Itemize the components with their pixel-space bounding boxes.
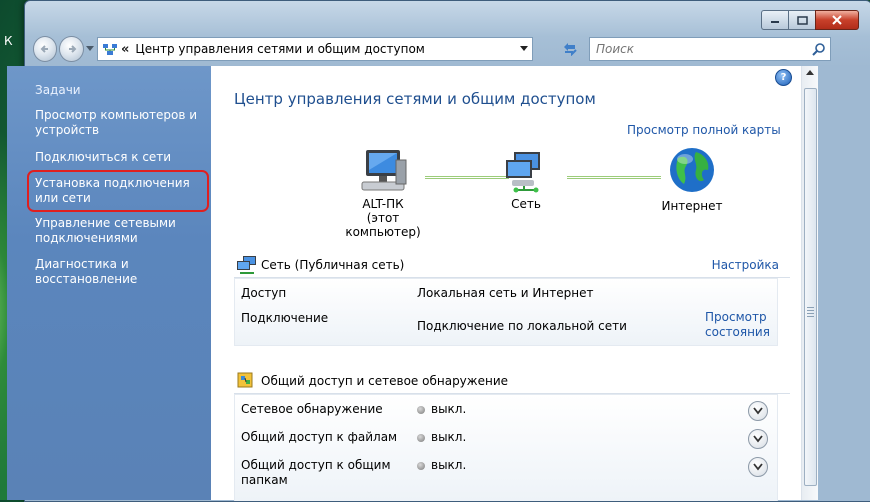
- search-box[interactable]: [589, 37, 831, 61]
- search-icon: [812, 43, 825, 56]
- sharing-section-title: Общий доступ и сетевое обнаружение: [261, 374, 509, 388]
- recent-pages-dropdown[interactable]: [86, 46, 95, 52]
- expand-file-sharing-button[interactable]: [748, 429, 768, 449]
- computer-subtitle: (этот компьютер): [345, 211, 421, 239]
- network-section-header: Сеть (Публичная сеть) Настройка: [234, 255, 789, 277]
- map-link-line: [425, 176, 509, 179]
- map-node-internet[interactable]: Интернет: [657, 146, 727, 213]
- access-value: Локальная сеть и Интернет: [417, 286, 594, 300]
- network-label: Сеть: [511, 197, 541, 211]
- sharing-icon: [237, 372, 253, 388]
- view-full-map-link[interactable]: Просмотр полной карты: [627, 123, 781, 137]
- address-breadcrumb-chevron[interactable]: «: [121, 42, 129, 57]
- sidebar-item-view-computers[interactable]: Просмотр компьютеров и устройств: [35, 108, 205, 138]
- map-link-line: [567, 176, 661, 179]
- minimize-button[interactable]: [761, 10, 788, 30]
- address-bar[interactable]: « Центр управления сетями и общим доступ…: [97, 37, 533, 61]
- navigation-bar: « Центр управления сетями и общим доступ…: [33, 35, 863, 63]
- address-dropdown-button[interactable]: [516, 39, 532, 59]
- search-input[interactable]: [590, 41, 808, 57]
- caption-buttons: [761, 10, 859, 30]
- back-button[interactable]: [33, 36, 58, 62]
- network-center-icon: [103, 44, 117, 55]
- status-text: выкл.: [431, 430, 467, 444]
- close-button[interactable]: [815, 10, 859, 30]
- status-text: выкл.: [431, 402, 467, 416]
- back-arrow-icon: [40, 45, 49, 53]
- computer-name: ALT-ПК: [362, 197, 404, 211]
- close-icon: [832, 15, 842, 25]
- refresh-icon: [564, 43, 577, 56]
- connection-value: Подключение по локальной сети: [417, 319, 627, 333]
- page-title: Центр управления сетями и общим доступом: [234, 90, 596, 108]
- network-details: Доступ Локальная сеть и Интернет Подключ…: [234, 278, 778, 346]
- chevron-down-icon: [753, 435, 763, 443]
- nav-buttons: [33, 35, 95, 63]
- forward-button[interactable]: [59, 36, 84, 62]
- maximize-button[interactable]: [788, 10, 815, 30]
- chevron-up-icon: [806, 70, 814, 75]
- view-status-link[interactable]: Просмотр состояния: [705, 310, 773, 340]
- chevron-down-icon: [753, 407, 763, 415]
- sidebar-item-connect-to-network[interactable]: Подключиться к сети: [35, 150, 205, 165]
- help-button[interactable]: ?: [775, 69, 792, 86]
- access-label: Доступ: [241, 286, 287, 300]
- minimize-icon: [771, 21, 779, 23]
- chevron-down-icon: [86, 46, 95, 51]
- sharing-section-header: Общий доступ и сетевое обнаружение: [234, 371, 789, 393]
- expand-public-folder-sharing-button[interactable]: [748, 457, 768, 477]
- chevron-down-icon: [753, 463, 763, 471]
- chevron-down-icon: [520, 46, 528, 51]
- network-discovery-status: выкл.: [417, 402, 466, 416]
- refresh-button[interactable]: [559, 37, 581, 59]
- public-folder-sharing-label: Общий доступ к общим папкам: [241, 458, 391, 487]
- scroll-up-button[interactable]: [802, 70, 818, 84]
- public-folder-sharing-status: выкл.: [417, 458, 466, 472]
- connection-label: Подключение: [241, 311, 329, 325]
- customize-link[interactable]: Настройка: [712, 258, 779, 272]
- internet-label: Интернет: [661, 199, 723, 213]
- status-off-icon: [417, 434, 425, 442]
- task-pane: Задачи Просмотр компьютеров и устройств …: [7, 66, 211, 500]
- status-off-icon: [417, 462, 425, 470]
- computer-icon: [361, 150, 407, 191]
- desktop-edge-text: К: [4, 34, 13, 48]
- network-section-title: Сеть (Публичная сеть): [261, 258, 405, 272]
- network-icon: [506, 152, 540, 193]
- network-discovery-label: Сетевое обнаружение: [241, 402, 383, 416]
- map-node-computer[interactable]: ALT-ПК (этот компьютер): [333, 146, 433, 239]
- file-sharing-label: Общий доступ к файлам: [241, 430, 398, 444]
- map-node-network[interactable]: Сеть: [501, 146, 551, 211]
- vertical-scrollbar[interactable]: [801, 66, 818, 500]
- file-sharing-status: выкл.: [417, 430, 466, 444]
- network-icon: [237, 256, 256, 274]
- status-text: выкл.: [431, 458, 467, 472]
- sidebar-item-manage-connections[interactable]: Управление сетевыми подключениями: [35, 216, 205, 246]
- expand-network-discovery-button[interactable]: [748, 401, 768, 421]
- search-button[interactable]: [808, 42, 830, 56]
- forward-arrow-icon: [68, 45, 76, 53]
- maximize-icon: [796, 15, 808, 25]
- sidebar-item-diagnose-repair[interactable]: Диагностика и восстановление: [35, 257, 205, 287]
- sidebar-heading-tasks: Задачи: [35, 83, 81, 97]
- highlight-annotation: [27, 170, 209, 212]
- globe-icon: [670, 148, 714, 192]
- main-content: ? Центр управления сетями и общим доступ…: [211, 66, 801, 501]
- sharing-details: Сетевое обнаружение выкл. Общий доступ к…: [234, 394, 778, 501]
- scroll-thumb[interactable]: [804, 88, 817, 486]
- address-path[interactable]: Центр управления сетями и общим доступом: [135, 42, 516, 56]
- status-off-icon: [417, 406, 425, 414]
- scroll-grip: [807, 307, 814, 319]
